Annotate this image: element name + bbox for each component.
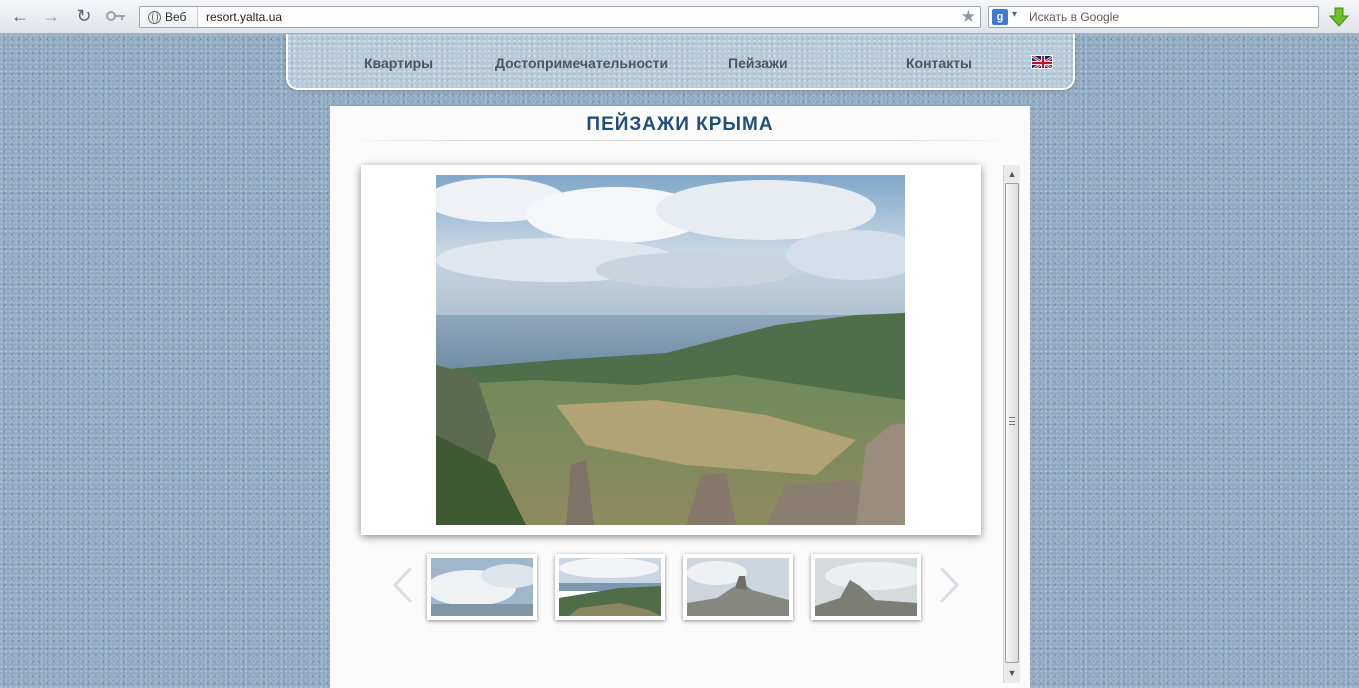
chevron-down-icon[interactable]: ▾ (1012, 9, 1017, 20)
content-panel: ПЕЙЗАЖИ КРЫМА ▲ ▼ (330, 106, 1030, 688)
key-icon[interactable] (103, 4, 129, 28)
chevron-left-icon[interactable] (391, 566, 415, 604)
web-chip[interactable]: Веб (140, 7, 198, 27)
bookmark-star-icon[interactable]: ★ (961, 7, 976, 27)
thumbnail-3[interactable] (683, 554, 793, 620)
globe-icon (148, 10, 161, 24)
search-box[interactable]: g ▾ Искать в Google (988, 6, 1319, 28)
address-bar[interactable]: Веб resort.yalta.ua ★ (139, 6, 981, 28)
browser-toolbar: ← → ↻ Веб resort.yalta.ua ★ g ▾ Искать в… (0, 0, 1359, 34)
title-divider (340, 140, 1020, 141)
search-placeholder[interactable]: Искать в Google (1029, 10, 1119, 24)
google-icon[interactable]: g (992, 9, 1008, 25)
grip-icon (1009, 417, 1015, 425)
web-chip-label: Веб (165, 10, 187, 24)
back-arrow-icon[interactable]: ← (7, 4, 33, 28)
address-url[interactable]: resort.yalta.ua (206, 10, 282, 24)
chevron-right-icon[interactable] (937, 566, 961, 604)
reload-icon[interactable]: ↻ (71, 4, 97, 28)
scroll-up-icon[interactable]: ▲ (1004, 166, 1020, 182)
forward-arrow-icon[interactable]: → (38, 4, 64, 28)
nav-item-sights[interactable]: Достопримечательности (495, 55, 668, 71)
site-navigation: Квартиры Достопримечательности Пейзажи К… (286, 34, 1075, 90)
thumbnail-4[interactable] (811, 554, 921, 620)
scrollbar-thumb[interactable] (1005, 183, 1019, 663)
gallery-scrollbar[interactable]: ▲ ▼ (1003, 165, 1020, 683)
nav-item-contacts[interactable]: Контакты (906, 55, 972, 71)
nav-item-apartments[interactable]: Квартиры (364, 55, 433, 71)
uk-flag-icon[interactable] (1031, 55, 1053, 69)
scroll-down-icon[interactable]: ▼ (1004, 665, 1020, 681)
thumbnail-2[interactable] (555, 554, 665, 620)
gallery-frame (361, 165, 981, 535)
page-title: ПЕЙЗАЖИ КРЫМА (586, 114, 774, 135)
download-arrow-icon[interactable] (1328, 6, 1350, 28)
main-photo[interactable] (436, 175, 905, 525)
thumbnail-1[interactable] (427, 554, 537, 620)
nav-item-landscapes[interactable]: Пейзажи (728, 55, 788, 71)
